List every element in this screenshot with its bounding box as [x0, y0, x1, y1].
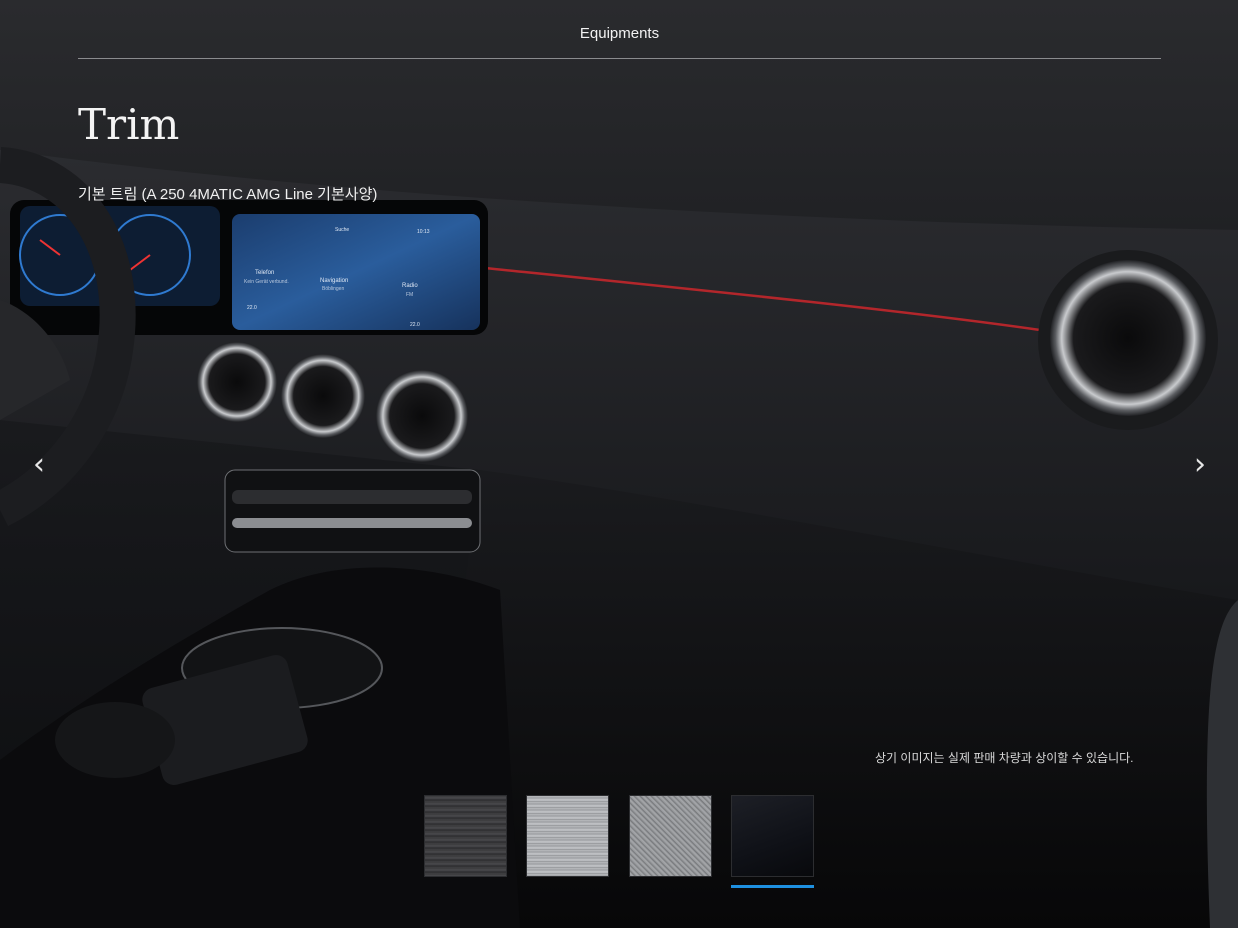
- display-clock: 10:13: [417, 229, 430, 235]
- display-temp-right: 22.0: [410, 322, 420, 328]
- page-header: Equipments: [78, 0, 1161, 59]
- prev-arrow-icon[interactable]: ‹: [24, 448, 54, 482]
- header-title: Equipments: [579, 25, 660, 42]
- trim-swatch-2[interactable]: [526, 795, 609, 877]
- display-phone-label: Telefon: [255, 270, 275, 276]
- disclaimer-text: 상기 이미지는 실제 판매 차량과 상이할 수 있습니다.: [875, 751, 1134, 765]
- display-radio-sub: FM: [406, 292, 414, 298]
- trim-swatch-4[interactable]: [731, 795, 814, 877]
- display-nav-sub: Böblingen: [322, 286, 345, 292]
- trim-swatch-selector: [424, 795, 816, 890]
- trim-swatch-3[interactable]: [629, 795, 712, 877]
- display-search: Suche: [335, 227, 350, 233]
- interior-image: [0, 147, 1238, 928]
- trim-subtitle: 기본 트림 (A 250 4MATIC AMG Line 기본사양): [78, 186, 378, 203]
- display-phone-sub: Kein Gerät verbund.: [244, 279, 289, 285]
- display-temp-left: 22.0: [247, 305, 257, 311]
- selected-swatch-indicator: [731, 885, 814, 888]
- next-arrow-icon[interactable]: ›: [1185, 448, 1215, 482]
- trim-viewer: Telefon Kein Gerät verbund. Navigation B…: [0, 0, 1238, 928]
- trim-title: Trim: [78, 100, 180, 149]
- display-nav-label: Navigation: [320, 278, 349, 284]
- display-radio-label: Radio: [402, 283, 418, 289]
- trim-swatch-1[interactable]: [424, 795, 507, 877]
